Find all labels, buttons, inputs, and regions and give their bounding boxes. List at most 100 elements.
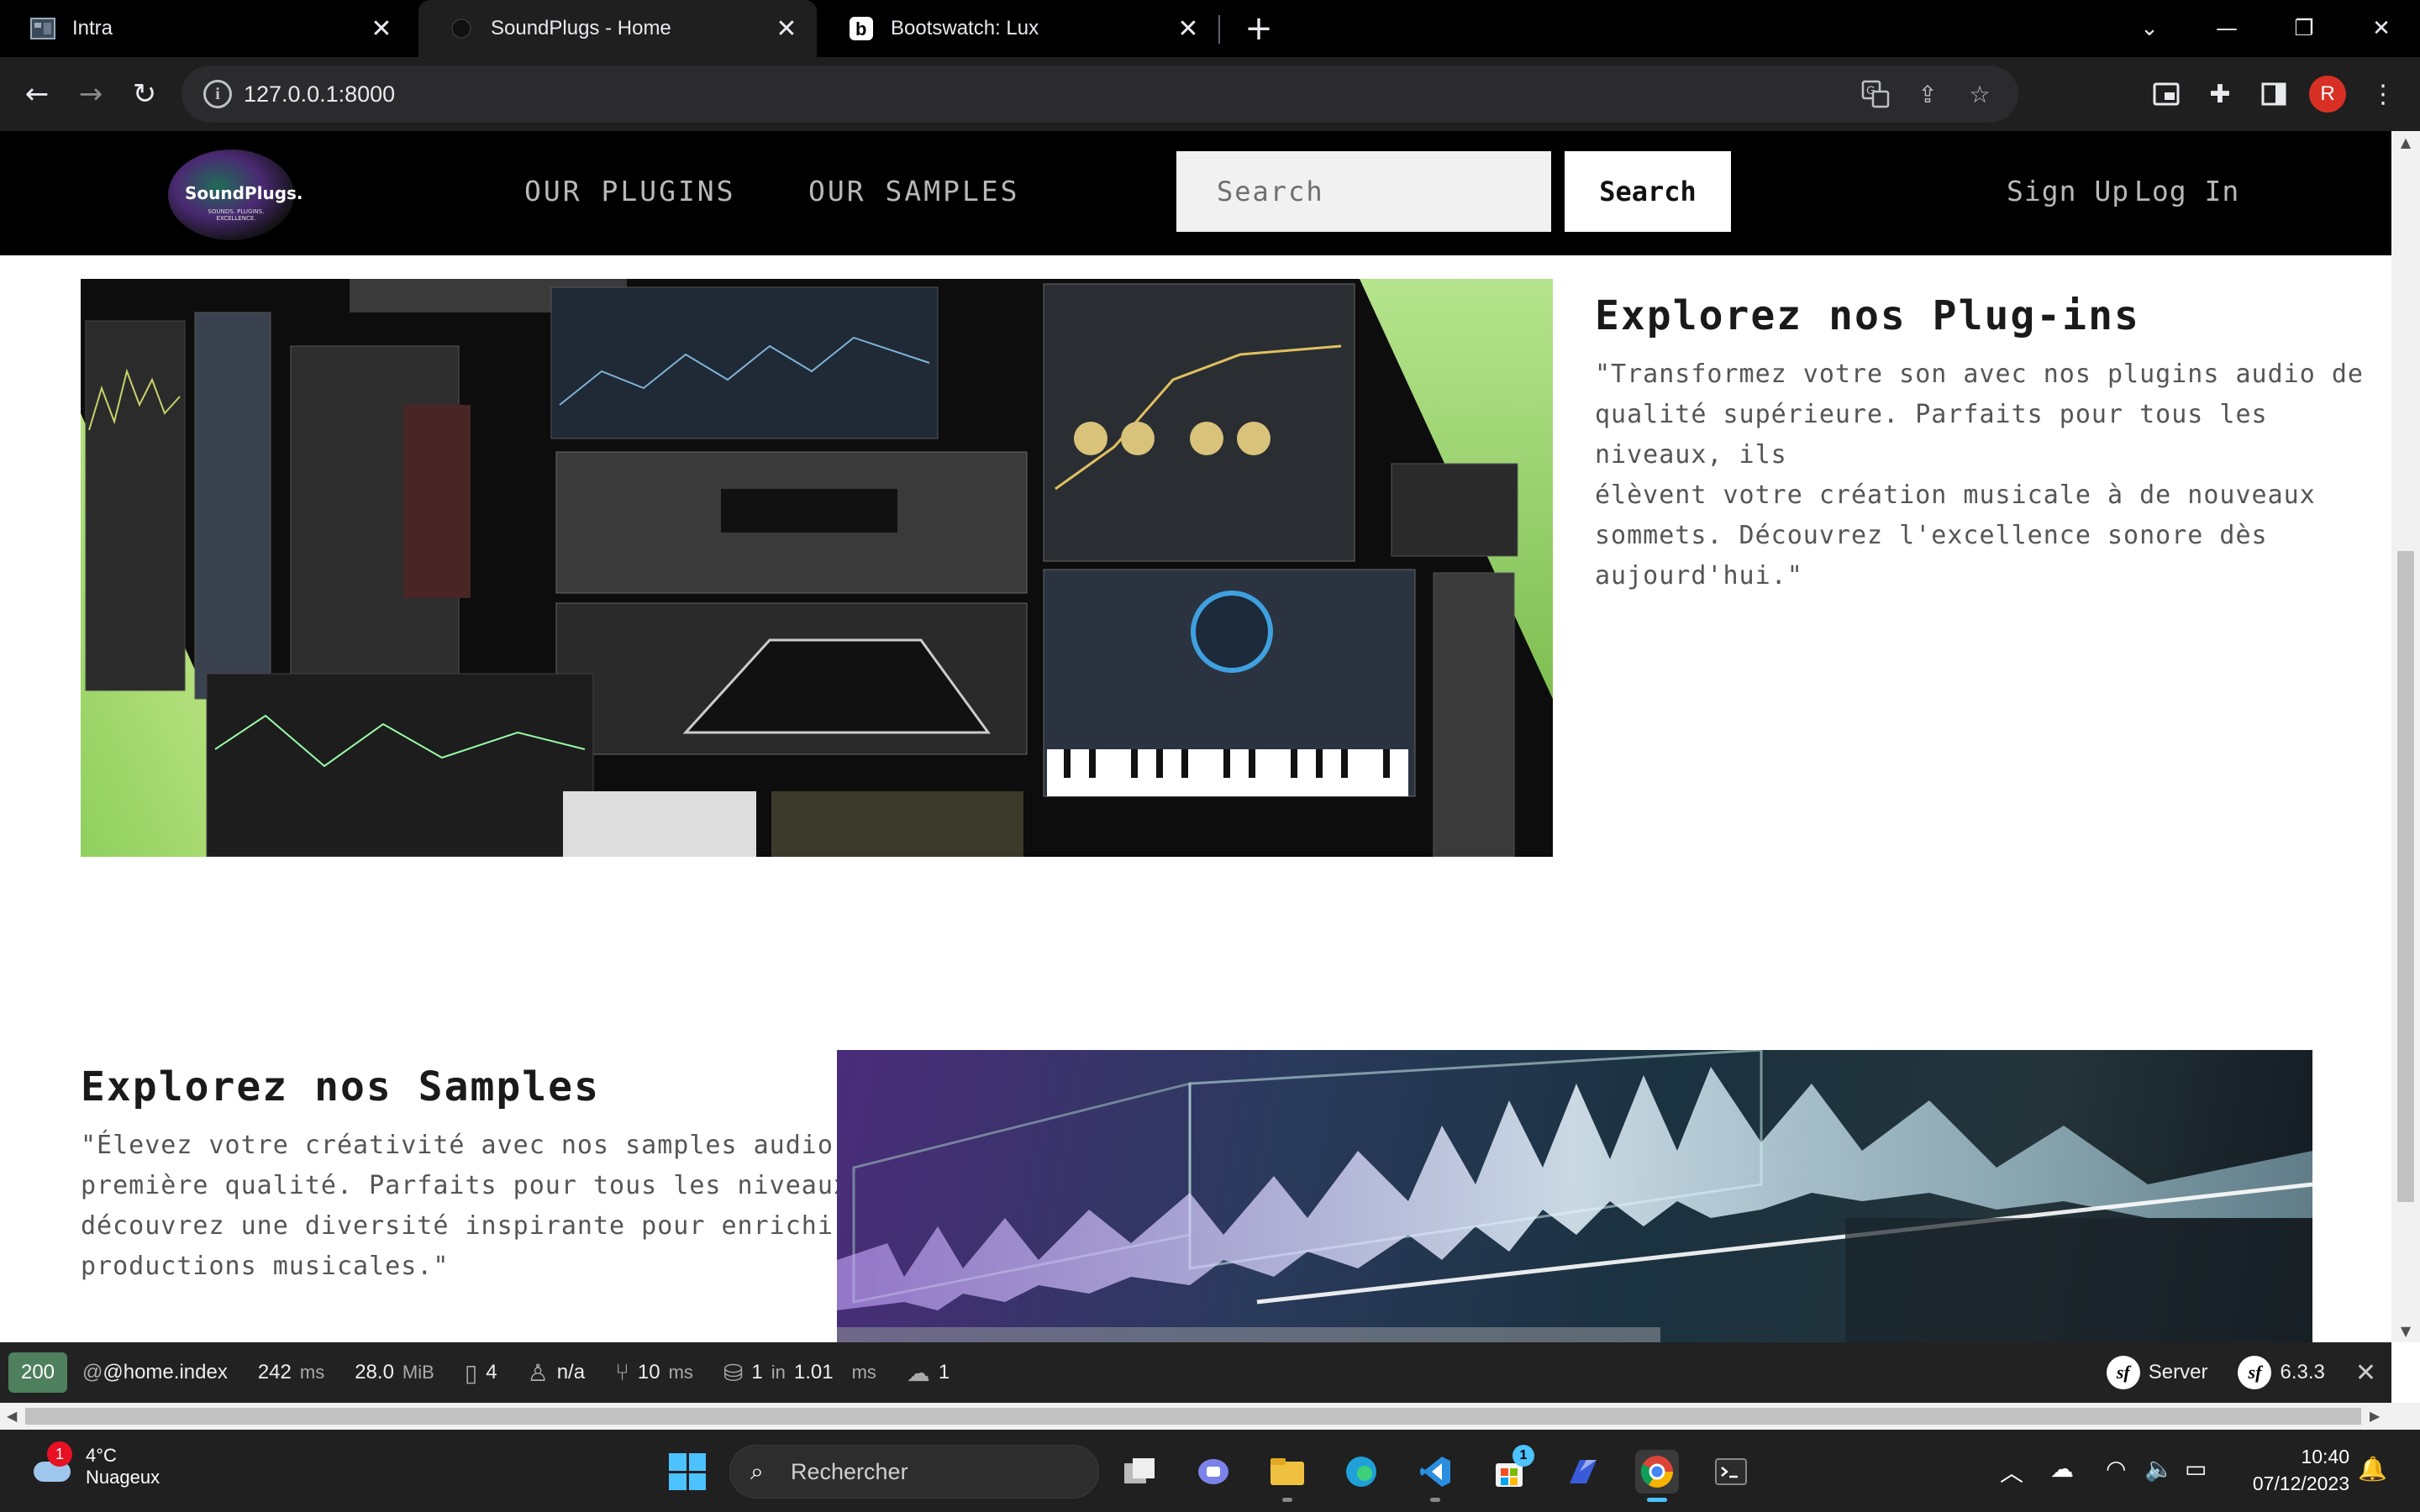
running-indicator <box>1647 1498 1667 1502</box>
side-panel-icon[interactable] <box>2254 74 2294 114</box>
soundplugs-logo[interactable]: SoundPlugs. SOUNDS. PLUGINS. EXCELLENCE. <box>168 150 303 240</box>
sf-server[interactable]: sf Server <box>2091 1342 2223 1403</box>
chrome-icon[interactable] <box>1635 1450 1679 1502</box>
translate-icon[interactable]: G <box>1859 77 1892 111</box>
nav-our-plugins[interactable]: OUR PLUGINS <box>524 175 736 207</box>
close-icon[interactable]: ✕ <box>365 12 398 45</box>
svg-text:b: b <box>855 18 866 39</box>
browser-menu-icon[interactable]: ⋮ <box>2363 74 2403 114</box>
memory-value: 28.0 <box>355 1361 394 1383</box>
twig-value: 10 <box>637 1361 660 1383</box>
task-view-icon[interactable] <box>1118 1450 1161 1494</box>
status-badge[interactable]: 200 <box>8 1352 67 1393</box>
system-clock[interactable]: 10:40 07/12/2023 <box>2253 1443 2349 1497</box>
notification-badge: 1 <box>47 1441 72 1467</box>
route-name: @home.index <box>103 1361 228 1383</box>
tab-intra[interactable]: Intra ✕ <box>0 0 412 57</box>
extensions-puzzle-icon[interactable]: ✚ <box>2200 74 2240 114</box>
sign-up-link[interactable]: Sign Up <box>2007 175 2129 207</box>
edge-browser-icon[interactable] <box>1339 1450 1383 1494</box>
tab-soundplugs-home[interactable]: SoundPlugs - Home ✕ <box>418 0 817 57</box>
tab-title: Intra <box>72 17 113 39</box>
profile-avatar[interactable]: R <box>2309 76 2346 113</box>
window-close-icon[interactable]: ✕ <box>2343 0 2420 57</box>
scrollbar-corner <box>2391 1403 2420 1430</box>
horizontal-scrollbar-thumb[interactable] <box>25 1408 2361 1425</box>
close-icon[interactable]: ✕ <box>1171 12 1205 45</box>
scroll-right-arrow-icon[interactable]: ▶ <box>2370 1408 2380 1424</box>
db-in: in <box>771 1362 786 1383</box>
scroll-up-arrow-icon[interactable]: ▲ <box>2398 134 2413 150</box>
user-value: n/a <box>556 1361 586 1383</box>
tab-search-chevron-icon[interactable]: ⌄ <box>2111 0 2188 57</box>
back-arrow-icon[interactable]: ← <box>15 72 59 116</box>
sf-user[interactable]: ♙ n/a <box>513 1342 600 1403</box>
vertical-scrollbar[interactable]: ▲ ▼ <box>2391 131 2420 1342</box>
onedrive-offline-icon[interactable]: ☁ <box>2050 1455 2074 1483</box>
notifications-bell-icon[interactable]: 🔔 <box>2358 1455 2387 1483</box>
powerautomate-icon[interactable] <box>1561 1450 1605 1494</box>
log-in-link[interactable]: Log In <box>2134 175 2239 207</box>
samples-section-title: Explorez nos Samples <box>81 1063 600 1110</box>
temperature: 4°C <box>86 1445 117 1466</box>
clock-date: 07/12/2023 <box>2252 1473 2349 1494</box>
new-tab-plus-icon[interactable]: + <box>1239 8 1279 49</box>
sf-forms[interactable]: ▯ 4 <box>450 1342 513 1403</box>
plugins-section-text: "Transformez votre son avec nos plugins … <box>1595 354 2391 596</box>
running-indicator <box>1282 1498 1292 1502</box>
sf-route[interactable]: @ @home.index <box>67 1342 243 1403</box>
browser-tab-bar: Intra ✕ SoundPlugs - Home ✕ b Bootswatch… <box>0 0 2420 57</box>
close-toolbar-icon[interactable]: ✕ <box>2340 1342 2391 1403</box>
tab-bootswatch-lux[interactable]: b Bootswatch: Lux ✕ <box>818 0 1218 57</box>
plugins-text-line: élèvent votre création musicale à de nou… <box>1595 480 2316 510</box>
sf-version[interactable]: sf 6.3.3 <box>2223 1342 2339 1403</box>
windows-start-icon[interactable] <box>669 1453 706 1490</box>
microsoft-store-icon[interactable]: 1 <box>1487 1445 1534 1494</box>
vscode-icon[interactable] <box>1413 1450 1457 1502</box>
search-input[interactable] <box>1176 151 1551 232</box>
samples-waveform-image <box>837 1050 2312 1342</box>
tray-chevron-up-icon[interactable]: ︿ <box>2000 1455 2023 1488</box>
volume-muted-icon[interactable]: 🔈 <box>2144 1455 2174 1483</box>
sf-time[interactable]: 242 ms <box>243 1342 339 1403</box>
tab-separator <box>1218 15 1220 44</box>
search-icon: ⌕ <box>750 1457 764 1484</box>
file-explorer-icon[interactable] <box>1265 1450 1309 1502</box>
battery-icon[interactable]: ▭ <box>2185 1455 2207 1483</box>
address-url[interactable]: 127.0.0.1:8000 <box>244 81 395 108</box>
scroll-down-arrow-icon[interactable]: ▼ <box>2398 1323 2413 1339</box>
symfony-debug-toolbar: 200 @ @home.index 242 ms 28.0 MiB ▯ 4 ♙ n/a… <box>0 1342 2391 1403</box>
taskbar-search[interactable]: ⌕ Rechercher <box>729 1445 1099 1499</box>
wifi-icon[interactable]: ◠ <box>2106 1455 2126 1483</box>
bookmark-star-icon[interactable]: ☆ <box>1963 77 1996 111</box>
logo-tagline: SOUNDS. PLUGINS. EXCELLENCE. <box>208 208 265 222</box>
minimize-icon[interactable]: — <box>2188 0 2265 57</box>
reload-icon[interactable]: ↻ <box>123 72 166 116</box>
site-info-icon[interactable]: i <box>203 80 232 108</box>
time-value: 242 <box>257 1361 292 1383</box>
cast-media-icon[interactable] <box>2146 74 2186 114</box>
share-icon[interactable]: ⇪ <box>1911 77 1944 111</box>
address-bar[interactable]: i 127.0.0.1:8000 G ⇪ ☆ <box>182 66 2018 123</box>
db-queries: 1 <box>751 1361 763 1383</box>
vertical-scrollbar-thumb[interactable] <box>2397 551 2414 1202</box>
horizontal-scrollbar[interactable]: ◀ ▶ <box>0 1403 2391 1430</box>
windows-taskbar: 1 4°C Nuageux ⌕ Rechercher 1 ︿ ☁ ◠ 🔈 ▭ 1… <box>0 1430 2420 1512</box>
sf-database[interactable]: ⛁ 1 in 1.01 ms <box>708 1342 892 1403</box>
tab-title: Bootswatch: Lux <box>891 17 1039 39</box>
nav-our-samples[interactable]: OUR SAMPLES <box>808 175 1020 207</box>
restore-icon[interactable]: ❐ <box>2265 0 2343 57</box>
forward-arrow-icon[interactable]: → <box>69 72 113 116</box>
search-button[interactable]: Search <box>1565 151 1731 232</box>
sf-memory[interactable]: 28.0 MiB <box>339 1342 450 1403</box>
sf-http-client[interactable]: ☁ 1 <box>892 1342 965 1403</box>
scroll-left-arrow-icon[interactable]: ◀ <box>7 1408 17 1424</box>
close-icon[interactable]: ✕ <box>770 12 803 45</box>
teams-chat-icon[interactable] <box>1192 1450 1235 1494</box>
weather-widget[interactable]: 1 4°C Nuageux <box>29 1441 160 1490</box>
plugins-collage-image <box>81 279 1553 857</box>
db-time: 1.01 <box>793 1361 834 1383</box>
sf-twig[interactable]: ⑂ 10 ms <box>600 1342 708 1403</box>
forms-count: 4 <box>486 1361 497 1383</box>
terminal-icon[interactable] <box>1709 1450 1753 1494</box>
